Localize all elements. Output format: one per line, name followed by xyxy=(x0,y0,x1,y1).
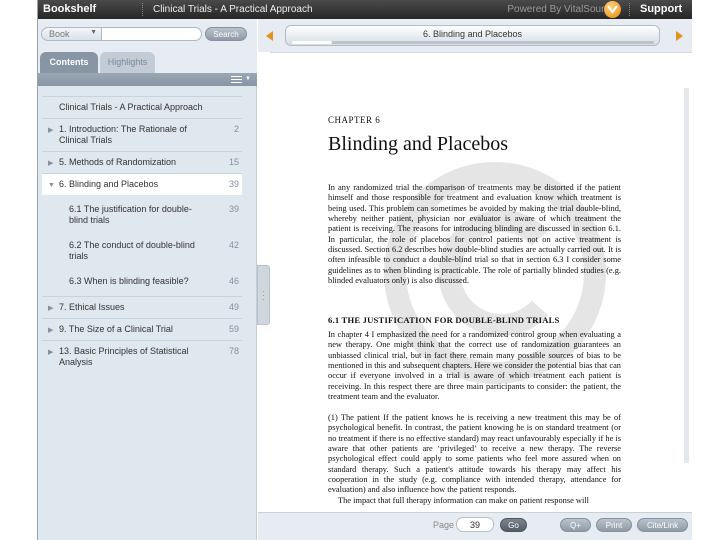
tab-highlights[interactable]: Highlights xyxy=(100,52,155,73)
print-button[interactable]: Print xyxy=(596,518,632,532)
search-scope-select[interactable]: Book ▼ xyxy=(41,27,102,41)
toc-item-label: 6.3 When is blinding feasible? xyxy=(69,276,189,286)
toc-item-section-6-1[interactable]: 6.1 The justification for double-blind t… xyxy=(42,195,242,231)
toc-item-label: 5. Methods of Randomization xyxy=(59,157,177,167)
search-button[interactable]: Search xyxy=(205,27,247,41)
toc-item-book[interactable]: Clinical Trials - A Practical Approach xyxy=(42,96,242,118)
page-scrollbar[interactable] xyxy=(684,88,689,463)
chevron-down-icon[interactable]: ▼ xyxy=(245,76,251,82)
chapter-label: CHAPTER 6 xyxy=(328,115,381,125)
toc-item-page: 49 xyxy=(228,302,239,312)
toc-item-label: 6.2 The conduct of double-blind trials xyxy=(69,240,195,261)
vitalsource-logo-icon[interactable] xyxy=(604,1,621,18)
sidebar-tabs: Contents Highlights ▼ xyxy=(38,49,257,86)
toc-item-label: 7. Ethical Issues xyxy=(59,302,125,312)
toc-item-page: 78 xyxy=(228,346,239,356)
toc-item-page: 39 xyxy=(228,204,239,214)
chapter-title: 6. Blinding and Placebos xyxy=(422,29,523,39)
toc-item-page: 15 xyxy=(228,157,239,167)
expand-arrow-icon[interactable]: ▶ xyxy=(48,347,53,358)
list-view-icon[interactable] xyxy=(231,76,242,84)
body-paragraph: In any randomized trial the comparison o… xyxy=(328,183,621,286)
body-paragraph-continuation: The impact that full therapy information… xyxy=(338,495,589,505)
toc-item-label: 13. Basic Principles of Statistical Anal… xyxy=(59,346,189,367)
toc-item-chapter-7[interactable]: ▶ 7. Ethical Issues 49 xyxy=(42,296,242,318)
page-number-input[interactable] xyxy=(456,517,494,532)
previous-page-icon[interactable] xyxy=(266,31,273,41)
top-bar: Bookshelf Clinical Trials - A Practical … xyxy=(38,0,692,19)
sidebar: Book ▼ Search Contents Highlights ▼ Clin… xyxy=(38,19,257,540)
toc-item-chapter-1[interactable]: ▶ 1. Introduction: The Rationale of Clin… xyxy=(42,118,242,151)
chapter-heading: Blinding and Placebos xyxy=(328,133,508,155)
expand-arrow-icon[interactable]: ▶ xyxy=(48,303,53,314)
toc-item-section-6-3[interactable]: 6.3 When is blinding feasible? 46 xyxy=(42,267,242,296)
table-of-contents: Clinical Trials - A Practical Approach ▶… xyxy=(42,96,242,373)
toc-item-page: 39 xyxy=(228,179,239,189)
toc-item-label: 9. The Size of a Clinical Trial xyxy=(59,324,173,334)
search-scope-value: Book xyxy=(49,29,70,39)
search-row: Book ▼ Search xyxy=(38,19,257,49)
bookshelf-link[interactable]: Bookshelf xyxy=(43,3,96,15)
sidebar-resize-handle[interactable]: · · · xyxy=(257,265,270,325)
toc-item-label: Clinical Trials - A Practical Approach xyxy=(59,102,203,112)
cite-link-button[interactable]: Cite/Link xyxy=(637,518,688,532)
next-page-icon[interactable] xyxy=(676,31,683,41)
chapter-navigator[interactable]: 6. Blinding and Placebos xyxy=(285,25,660,46)
collapse-arrow-icon[interactable]: ▼ xyxy=(48,180,55,191)
tab-contents[interactable]: Contents xyxy=(40,52,98,73)
toc-item-page: 46 xyxy=(228,276,239,286)
search-input[interactable] xyxy=(102,27,202,41)
toc-item-chapter-6[interactable]: ▼ 6. Blinding and Placebos 39 xyxy=(42,173,242,195)
toc-item-page: 42 xyxy=(228,240,239,250)
section-heading: 6.1 THE JUSTIFICATION FOR DOUBLE-BLIND T… xyxy=(328,315,560,325)
powered-by-text: Powered By VitalSource xyxy=(507,4,615,15)
reading-progress-bar[interactable] xyxy=(292,41,654,44)
reading-progress-fill xyxy=(292,41,332,44)
body-paragraph: In chapter 4 I emphasized the need for a… xyxy=(328,330,621,402)
toc-item-label: 6. Blinding and Placebos xyxy=(59,179,159,189)
page-label: Page xyxy=(433,520,455,530)
book-title: Clinical Trials - A Practical Approach xyxy=(153,4,313,15)
expand-arrow-icon[interactable]: ▶ xyxy=(48,158,53,169)
chevron-down-icon: ▼ xyxy=(90,29,97,36)
toc-item-section-6-2[interactable]: 6.2 The conduct of double-blind trials 4… xyxy=(42,231,242,267)
body-paragraph: (1) The patient If the patient knows he … xyxy=(328,413,621,506)
tabs-toolbar xyxy=(38,73,257,86)
support-link[interactable]: Support xyxy=(640,3,682,15)
toc-item-page: 2 xyxy=(233,124,239,134)
go-button[interactable]: Go xyxy=(500,518,527,532)
zoom-in-button[interactable]: Q+ xyxy=(560,518,591,532)
toc-item-chapter-5[interactable]: ▶ 5. Methods of Randomization 15 xyxy=(42,151,242,173)
expand-arrow-icon[interactable]: ▶ xyxy=(48,125,53,136)
toc-item-label: 6.1 The justification for double-blind t… xyxy=(69,204,192,225)
topbar-divider xyxy=(142,3,143,16)
body-paragraph-text: (1) The patient If the patient knows he … xyxy=(328,413,621,495)
toc-item-chapter-9[interactable]: ▶ 9. The Size of a Clinical Trial 59 xyxy=(42,318,242,340)
topbar-divider-2 xyxy=(629,3,630,16)
toc-item-page: 59 xyxy=(228,324,239,334)
expand-arrow-icon[interactable]: ▶ xyxy=(48,325,53,336)
toc-item-label: 1. Introduction: The Rationale of Clinic… xyxy=(59,124,187,145)
book-page: CHAPTER 6 Blinding and Placebos In any r… xyxy=(270,52,692,512)
toc-item-chapter-13[interactable]: ▶ 13. Basic Principles of Statistical An… xyxy=(42,340,242,373)
